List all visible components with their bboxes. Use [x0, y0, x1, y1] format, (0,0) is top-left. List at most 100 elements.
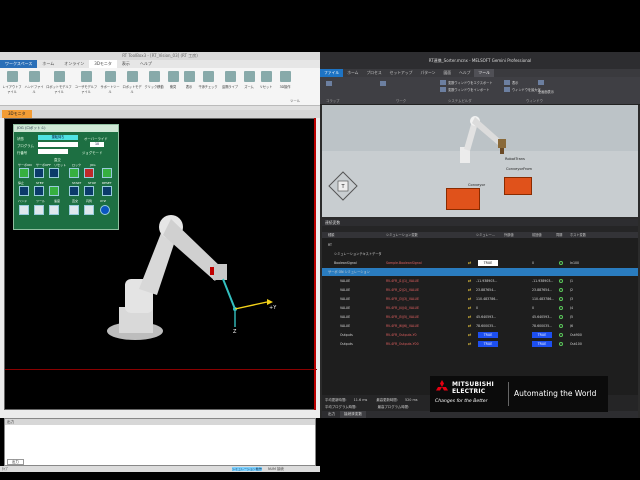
col-type[interactable]: 種類 — [328, 232, 334, 238]
simulation-value[interactable]: TRUE — [478, 341, 498, 347]
tab-help[interactable]: ヘルプ — [455, 69, 474, 77]
tab-connected-variables[interactable]: 接続済変数 — [340, 411, 366, 418]
sync-check-icon[interactable] — [559, 297, 563, 301]
fullscreen-button[interactable]: 全画面表示 — [538, 89, 554, 94]
tab-output[interactable]: 出力 — [324, 411, 339, 418]
stop-prog-key[interactable] — [84, 186, 94, 196]
variable-row[interactable]: VALUE RV-4FR_J4(J4)_VALUE ⇄ 0 0 J4 — [322, 304, 638, 312]
simulation-value[interactable]: -11.938903... — [476, 277, 504, 285]
tab-workspace[interactable]: ワークスペース — [0, 60, 38, 68]
display-button[interactable]: 表示 — [182, 71, 196, 95]
pendant-override-value[interactable]: 10 — [90, 142, 104, 147]
sync-check-icon[interactable] — [559, 324, 563, 328]
variable-row[interactable]: RT — [322, 241, 638, 249]
col-sim-value[interactable]: シミュレー... — [476, 232, 495, 238]
variable-row[interactable]: BooleanSignal Sample.BooleanSignal ⇄ TRUE 0 I… — [322, 259, 638, 267]
collapse-icon[interactable] — [326, 81, 332, 86]
import-vars-button[interactable]: 変数ウィンドウをインポート — [448, 87, 489, 92]
layout-file-button[interactable]: レイアウトファイル — [2, 71, 22, 95]
col-sim-variable[interactable]: シミュレーション変数 — [386, 232, 418, 238]
servo-on-key[interactable] — [19, 168, 29, 178]
collision-button[interactable]: 衝突 — [166, 71, 180, 95]
zoom-button[interactable]: ズーム — [242, 71, 256, 95]
col-external[interactable]: 外部値 — [504, 232, 514, 238]
col-host[interactable]: ホスト変数 — [570, 232, 586, 238]
tab-home[interactable]: ホーム — [37, 60, 59, 68]
robot-model-button[interactable]: ロボットモデル — [122, 71, 142, 95]
servo-off-key[interactable] — [34, 168, 44, 178]
tool-key[interactable] — [34, 205, 44, 215]
speed-key[interactable] — [49, 205, 59, 215]
stop-key[interactable] — [19, 186, 29, 196]
simulation-value[interactable]: 23.887654... — [476, 286, 504, 294]
remote-live-button[interactable]: 遠隔ライブ — [220, 71, 240, 95]
col-previous[interactable]: 前回値 — [532, 232, 542, 238]
step-key[interactable] — [34, 186, 44, 196]
tab-3d-monitor-view[interactable]: 3Dモニタ — [2, 110, 32, 118]
sync-check-icon[interactable] — [559, 279, 563, 283]
support-tool-button[interactable]: サポートツール — [100, 71, 120, 95]
interference-check-button[interactable]: 干渉チェック — [198, 71, 218, 95]
export-vars-button[interactable]: 変数ウィンドウをエクスポート — [448, 80, 493, 85]
sync-check-icon[interactable] — [559, 333, 563, 337]
reset-prog-key[interactable] — [102, 186, 112, 196]
simulation-value[interactable]: TRUE — [478, 332, 498, 338]
maximize-icon[interactable] — [504, 87, 510, 92]
tab-process[interactable]: プロセス — [362, 69, 385, 77]
robot-arm-scene-model[interactable] — [446, 113, 536, 173]
tab-help[interactable]: ヘルプ — [135, 60, 157, 68]
reset-button[interactable]: リセット — [258, 71, 274, 95]
jog-pendant-window[interactable]: JOG (ロボット:1) 状態 運転待ち オーバーライド プログラム 10 行番… — [13, 124, 119, 230]
fullscreen-icon[interactable] — [538, 80, 544, 85]
variable-row[interactable]: VALUE RV-4FR_J5(J5)_VALUE ⇄ 45.640593... 45.… — [322, 313, 638, 321]
export-icon[interactable] — [440, 80, 446, 85]
variable-row[interactable]: VALUE RV-4FR_J2(J2)_VALUE ⇄ 23.887654... 23.… — [322, 286, 638, 294]
variable-row[interactable]: Outputs RV-4FR_Outputs.Y0 ⇄ TRUE TRUE Out900 — [322, 331, 638, 339]
variable-row[interactable]: VALUE RV-4FR_J1(J1)_VALUE ⇄ -11.938903... -1… — [322, 277, 638, 285]
click-move-button[interactable]: クリック移動 — [144, 71, 164, 95]
robot-model-file-button[interactable]: ロボットモデルファイル — [46, 71, 72, 95]
simulation-value[interactable] — [476, 268, 504, 276]
user-model-file-button[interactable]: ユーザモデルファイル — [74, 71, 98, 95]
cylinder-key[interactable] — [84, 205, 94, 215]
simulation-value[interactable]: TRUE — [478, 260, 498, 266]
run-key[interactable] — [102, 168, 112, 178]
simulation-value[interactable]: 45.640593... — [476, 313, 504, 321]
tab-view[interactable]: 表示 — [117, 60, 135, 68]
tab-drawing[interactable]: 図面 — [439, 69, 455, 77]
tab-pattern[interactable]: パターン — [416, 69, 439, 77]
simulation-value[interactable]: 110.483786... — [476, 295, 504, 303]
tab-3d-monitor[interactable]: 3Dモニタ — [89, 60, 117, 68]
work-icon[interactable] — [380, 81, 386, 86]
right-3d-viewport[interactable]: T RobotTrans ConveyorFrom Conveyor — [322, 105, 638, 217]
3d-operation-button[interactable]: 3D操作 — [276, 71, 294, 95]
col-sync[interactable]: 同期 — [556, 232, 562, 238]
simulation-value[interactable]: 0 — [476, 304, 504, 312]
display-button[interactable]: 表示 — [512, 80, 518, 85]
tab-output[interactable]: 出力 — [7, 459, 24, 465]
variable-row[interactable]: VALUE RV-4FR_J3(J3)_VALUE ⇄ 110.483786... 11… — [322, 295, 638, 303]
hand-key[interactable] — [19, 205, 29, 215]
variable-row[interactable]: シミュレーションテキストデータ — [322, 250, 638, 258]
sync-check-icon[interactable] — [559, 315, 563, 319]
tab-setup[interactable]: セットアップ — [386, 69, 417, 77]
joint-key[interactable] — [69, 205, 79, 215]
robot-arm-3d-model[interactable] — [105, 209, 285, 359]
tab-tools[interactable]: ツール — [474, 69, 494, 77]
step-forward-key[interactable] — [49, 186, 59, 196]
tab-file[interactable]: ファイル — [320, 69, 344, 77]
sync-check-icon[interactable] — [559, 306, 563, 310]
sync-check-icon[interactable] — [559, 288, 563, 292]
import-icon[interactable] — [440, 87, 446, 92]
simulation-value[interactable] — [476, 241, 504, 249]
sync-check-icon[interactable] — [559, 342, 563, 346]
tab-home[interactable]: ホーム — [343, 69, 362, 77]
left-3d-viewport[interactable]: JOG (ロボット:1) 状態 運転待ち オーバーライド プログラム 10 行番… — [4, 118, 317, 410]
jog-key[interactable] — [84, 168, 94, 178]
reset-key[interactable] — [49, 168, 59, 178]
lock-key[interactable] — [69, 168, 79, 178]
simulation-value[interactable]: 78.600035... — [476, 322, 504, 330]
hand-file-button[interactable]: ハンドファイル — [24, 71, 44, 95]
tab-online[interactable]: オンライン — [59, 60, 89, 68]
variable-row[interactable]: サーボ ON シミュレーション — [322, 268, 638, 276]
